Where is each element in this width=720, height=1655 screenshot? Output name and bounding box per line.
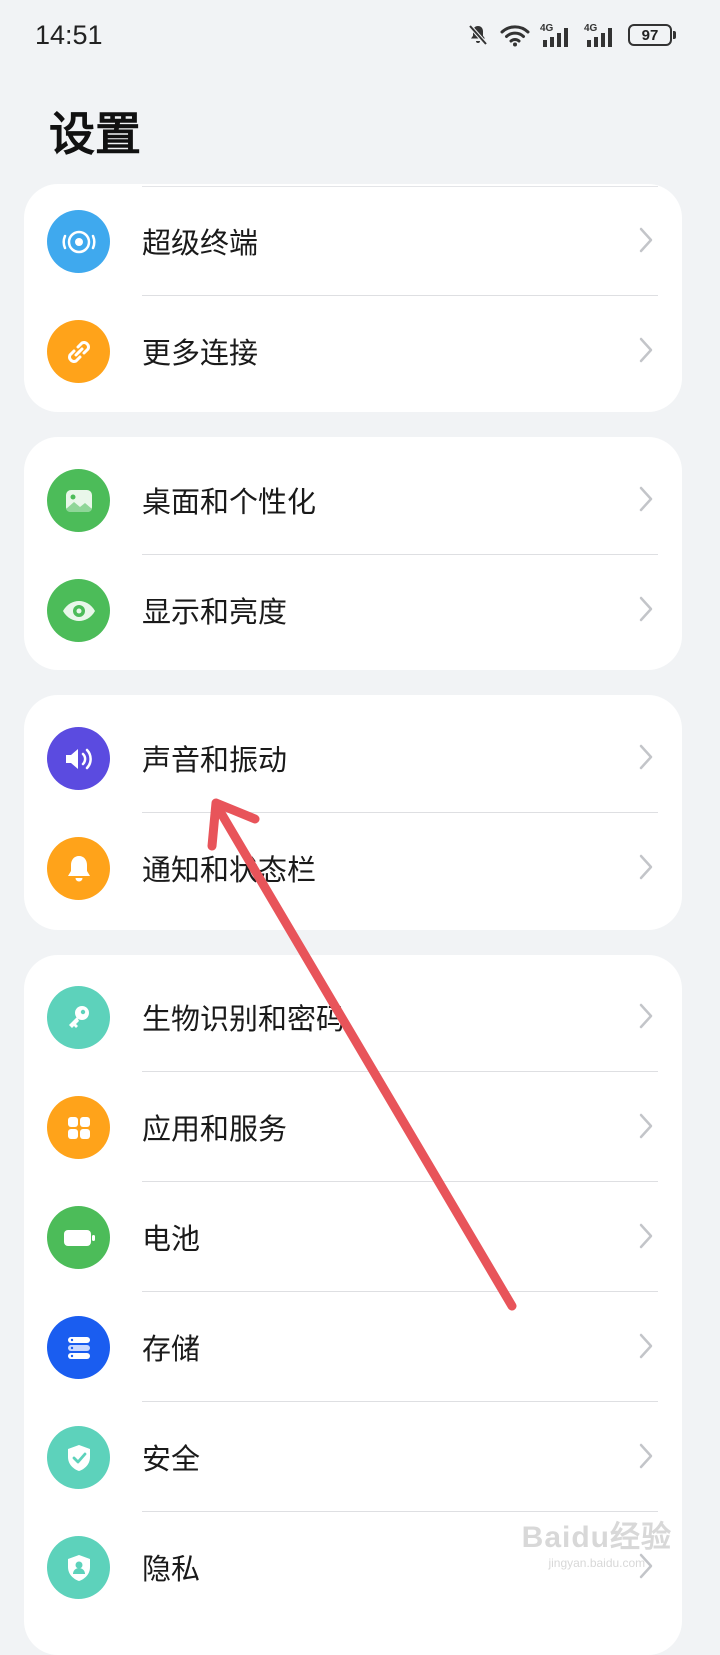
signal-4g-icon: 4G [584,23,612,47]
status-time: 14:51 [35,20,103,50]
settings-item-label: 电池 [142,1222,201,1256]
battery-icon [47,1206,110,1269]
settings-group-connectivity: 超级终端 更多连接 [24,184,682,412]
settings-item-label: 安全 [142,1442,201,1476]
network-type-1: 4G [540,23,554,34]
chevron-right-icon [639,1443,653,1469]
settings-item-sound-vibration[interactable]: 声音和振动 [24,703,682,813]
settings-item-label: 超级终端 [142,226,259,260]
settings-item-label: 声音和振动 [142,743,288,777]
chevron-right-icon [639,1223,653,1249]
settings-item-label: 更多连接 [142,336,259,370]
settings-item-label: 应用和服务 [142,1112,288,1146]
chevron-right-icon [639,854,653,880]
settings-item-label: 通知和状态栏 [142,853,317,887]
key-icon [47,986,110,1049]
watermark-text: Baidu经验 [521,1521,672,1554]
chevron-right-icon [639,1333,653,1359]
speaker-icon [47,727,110,790]
privacy-icon [47,1536,110,1599]
settings-item-biometrics-password[interactable]: 生物识别和密码 [24,962,682,1072]
battery-level: 97 [641,26,659,44]
mute-bell-icon [468,24,488,46]
eye-icon [47,579,110,642]
settings-item-label: 存储 [142,1332,201,1366]
storage-icon [47,1316,110,1379]
settings-item-storage[interactable]: 存储 [24,1292,682,1402]
apps-grid-icon [47,1096,110,1159]
wifi-icon [500,25,530,47]
watermark-url: jingyan.baidu.com [548,1556,646,1570]
chevron-right-icon [639,1113,653,1139]
settings-item-label: 显示和亮度 [142,595,288,629]
chevron-right-icon [639,596,653,622]
network-type-2: 4G [584,23,598,34]
page-title: 设置 [49,107,141,161]
battery-indicator: 97 [628,24,676,46]
watermark-logo: Baidu经验 jingyan.baidu.com [522,1512,672,1570]
settings-item-apps-services[interactable]: 应用和服务 [24,1072,682,1182]
link-icon [47,320,110,383]
settings-item-battery[interactable]: 电池 [24,1182,682,1292]
image-icon [47,469,110,532]
settings-item-super-device[interactable]: 超级终端 [24,186,682,296]
chevron-right-icon [639,486,653,512]
chevron-right-icon [639,337,653,363]
settings-item-security[interactable]: 安全 [24,1402,682,1512]
shield-check-icon [47,1426,110,1489]
chevron-right-icon [639,227,653,253]
settings-group-display: 桌面和个性化 显示和亮度 [24,437,682,670]
settings-item-label: 生物识别和密码 [142,1002,346,1036]
settings-item-label: 桌面和个性化 [142,485,317,519]
chevron-right-icon [639,744,653,770]
settings-item-display-brightness[interactable]: 显示和亮度 [24,555,682,665]
status-bar: 14:51 4G 4G 97 [0,0,720,80]
bell-icon [47,837,110,900]
settings-group-sound-notification: 声音和振动 通知和状态栏 [24,695,682,930]
chevron-right-icon [639,1003,653,1029]
settings-item-more-connections[interactable]: 更多连接 [24,296,682,406]
status-icons: 4G 4G 97 [466,22,676,48]
settings-item-notifications-status-bar[interactable]: 通知和状态栏 [24,813,682,923]
signal-4g-icon: 4G [540,23,568,47]
settings-item-label: 隐私 [142,1552,201,1586]
super-device-icon [47,210,110,273]
settings-item-home-screen[interactable]: 桌面和个性化 [24,445,682,555]
